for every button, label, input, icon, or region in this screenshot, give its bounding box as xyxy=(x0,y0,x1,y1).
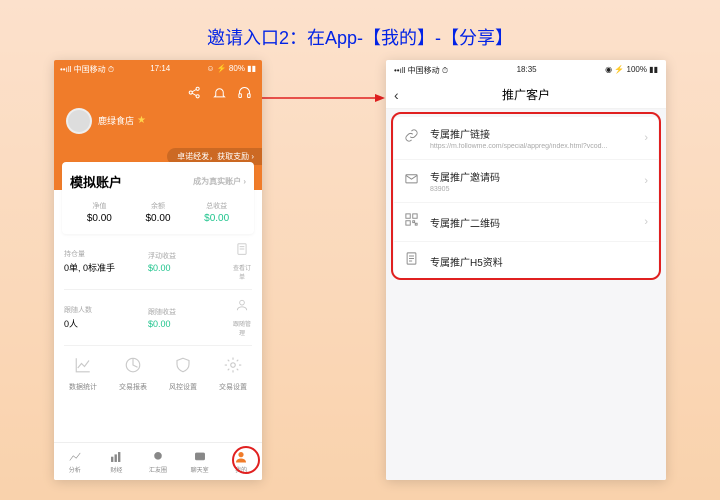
become-real-link[interactable]: 成为真实账户 › xyxy=(193,176,246,187)
orders-icon[interactable]: 查看订单 xyxy=(232,242,252,281)
account-card: 模拟账户 成为真实账户 › 净值$0.00 余额$0.00 总收益$0.00 xyxy=(62,162,254,234)
avatar[interactable] xyxy=(66,108,92,134)
page-title: 推广客户 xyxy=(502,86,550,103)
back-button[interactable]: ‹ xyxy=(394,87,399,103)
tab-analysis[interactable]: 分析 xyxy=(54,443,96,480)
position-row[interactable]: 持仓量0单, 0标准手 浮动收益$0.00 查看订单 xyxy=(54,234,262,289)
phone-my-screen: ••ıll 中国移动 ⏱ 17:14 ☺ ⚡ 80% ▮▮ 鹿绿食店★ 卓诺经发… xyxy=(54,60,262,480)
account-title: 模拟账户 xyxy=(70,172,122,191)
highlight-circle-my xyxy=(232,446,260,474)
nav-bar: ‹ 推广客户 xyxy=(386,81,666,109)
tab-finance[interactable]: 财经 xyxy=(96,443,138,480)
tool-report[interactable]: 交易报表 xyxy=(108,356,158,392)
tool-risk[interactable]: 风控设置 xyxy=(158,356,208,392)
metrics-row: 净值$0.00 余额$0.00 总收益$0.00 xyxy=(70,201,246,224)
highlight-box xyxy=(391,112,661,280)
tab-chat[interactable]: 聊天室 xyxy=(179,443,221,480)
follow-mgmt-icon[interactable]: 跟随管理 xyxy=(232,298,252,337)
headset-icon[interactable] xyxy=(237,85,252,105)
status-bar: ••ıll 中国移动 ⏱ 17:14 ☺ ⚡ 80% ▮▮ xyxy=(54,60,262,79)
bell-icon[interactable] xyxy=(212,85,227,105)
username: 鹿绿食店★ xyxy=(98,114,146,127)
phone-promote-screen: ••ıll 中国移动 ⏱ 18:35 ◉ ⚡ 100% ▮▮ ‹ 推广客户 专属… xyxy=(386,60,666,480)
star-icon: ★ xyxy=(137,115,146,126)
caption: 邀请入口2：在App-【我的】-【分享】 xyxy=(0,0,720,60)
status-bar: ••ıll 中国移动 ⏱ 18:35 ◉ ⚡ 100% ▮▮ xyxy=(386,60,666,81)
tool-stats[interactable]: 数据统计 xyxy=(58,356,108,392)
share-icon[interactable] xyxy=(187,85,202,105)
tab-bar: 分析 财经 汇友圈 聊天室 我的 xyxy=(54,442,262,480)
tool-settings[interactable]: 交易设置 xyxy=(208,356,258,392)
followers-row[interactable]: 跟随人数0人 跟随收益$0.00 跟随管理 xyxy=(54,290,262,345)
tools-grid: 数据统计 交易报表 风控设置 交易设置 xyxy=(54,346,262,402)
tab-community[interactable]: 汇友圈 xyxy=(137,443,179,480)
